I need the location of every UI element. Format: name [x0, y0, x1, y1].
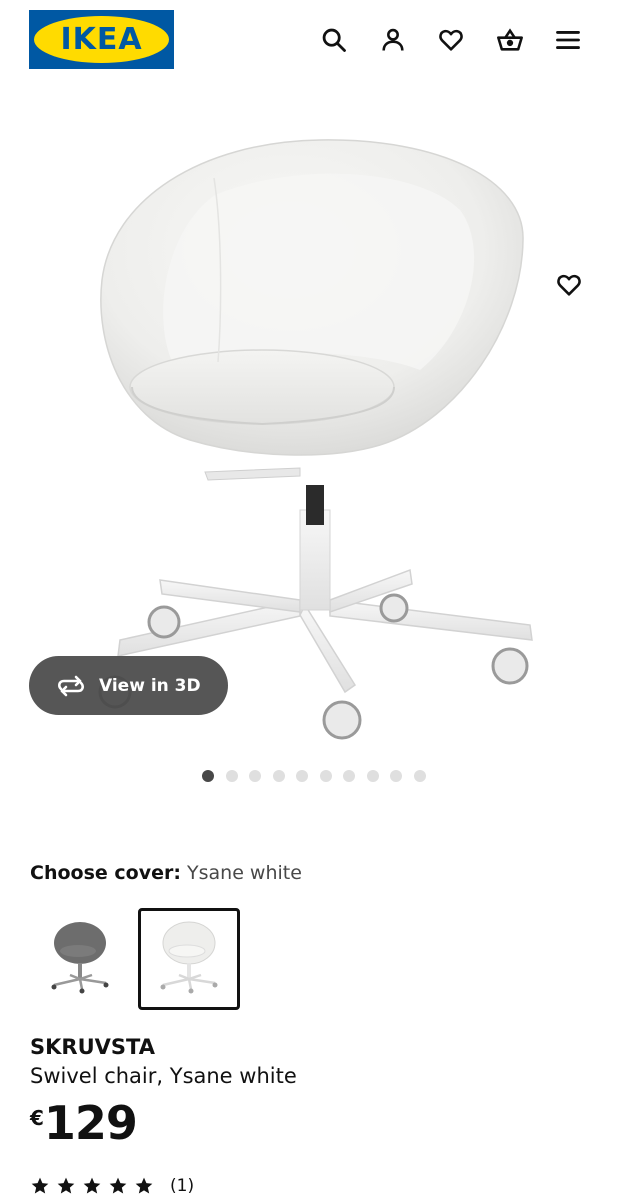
star-icon: [109, 1177, 127, 1194]
choose-cover-value: Ysane white: [187, 862, 302, 884]
product-description: Swivel chair, Ysane white: [30, 1064, 297, 1088]
favourites-icon[interactable]: [435, 24, 467, 56]
product-price: € 129: [30, 1096, 138, 1150]
gallery-dot[interactable]: [343, 770, 355, 782]
rotate-3d-icon: [58, 675, 84, 696]
account-icon[interactable]: [377, 24, 409, 56]
basket-icon[interactable]: [494, 24, 526, 56]
menu-icon[interactable]: [552, 24, 584, 56]
logo-text: IKEA: [60, 22, 143, 57]
star-icon: [31, 1177, 49, 1194]
view-in-3d-label: View in 3D: [99, 675, 201, 696]
price-amount: 129: [43, 1096, 138, 1150]
star-icon: [83, 1177, 101, 1194]
ikea-logo[interactable]: IKEA ®: [29, 10, 174, 69]
registered-mark: ®: [160, 22, 166, 29]
view-in-3d-button[interactable]: View in 3D: [29, 656, 228, 715]
product-rating[interactable]: (1): [30, 1176, 194, 1196]
product-name: SKRUVSTA: [30, 1035, 155, 1059]
gallery-dot[interactable]: [366, 770, 379, 782]
gallery-dot[interactable]: [413, 770, 426, 782]
gray-chair-thumbnail: [51, 922, 109, 994]
choose-cover-title: Choose cover:: [30, 862, 181, 884]
cover-option-gray[interactable]: [29, 908, 131, 1010]
gallery-dot[interactable]: [272, 770, 285, 782]
star-icon: [135, 1177, 153, 1194]
header: IKEA ®: [0, 0, 628, 80]
gallery-dot[interactable]: [249, 770, 261, 782]
gallery-dot[interactable]: [225, 770, 238, 782]
cover-option-ysane-white[interactable]: [138, 908, 240, 1010]
gallery-dot[interactable]: [296, 770, 308, 782]
star-icon: [57, 1177, 75, 1194]
price-currency: €: [30, 1106, 44, 1130]
white-chair-thumbnail: [160, 921, 218, 994]
review-count: (1): [170, 1176, 195, 1196]
gallery-dot[interactable]: [202, 770, 214, 782]
choose-cover-label: Choose cover: Ysane white: [30, 862, 302, 884]
search-icon[interactable]: [318, 24, 350, 56]
gallery-pagination: [202, 770, 426, 782]
gallery-dot[interactable]: [319, 770, 332, 782]
save-to-favourites-icon[interactable]: [552, 268, 586, 302]
gallery-dot[interactable]: [390, 770, 402, 782]
